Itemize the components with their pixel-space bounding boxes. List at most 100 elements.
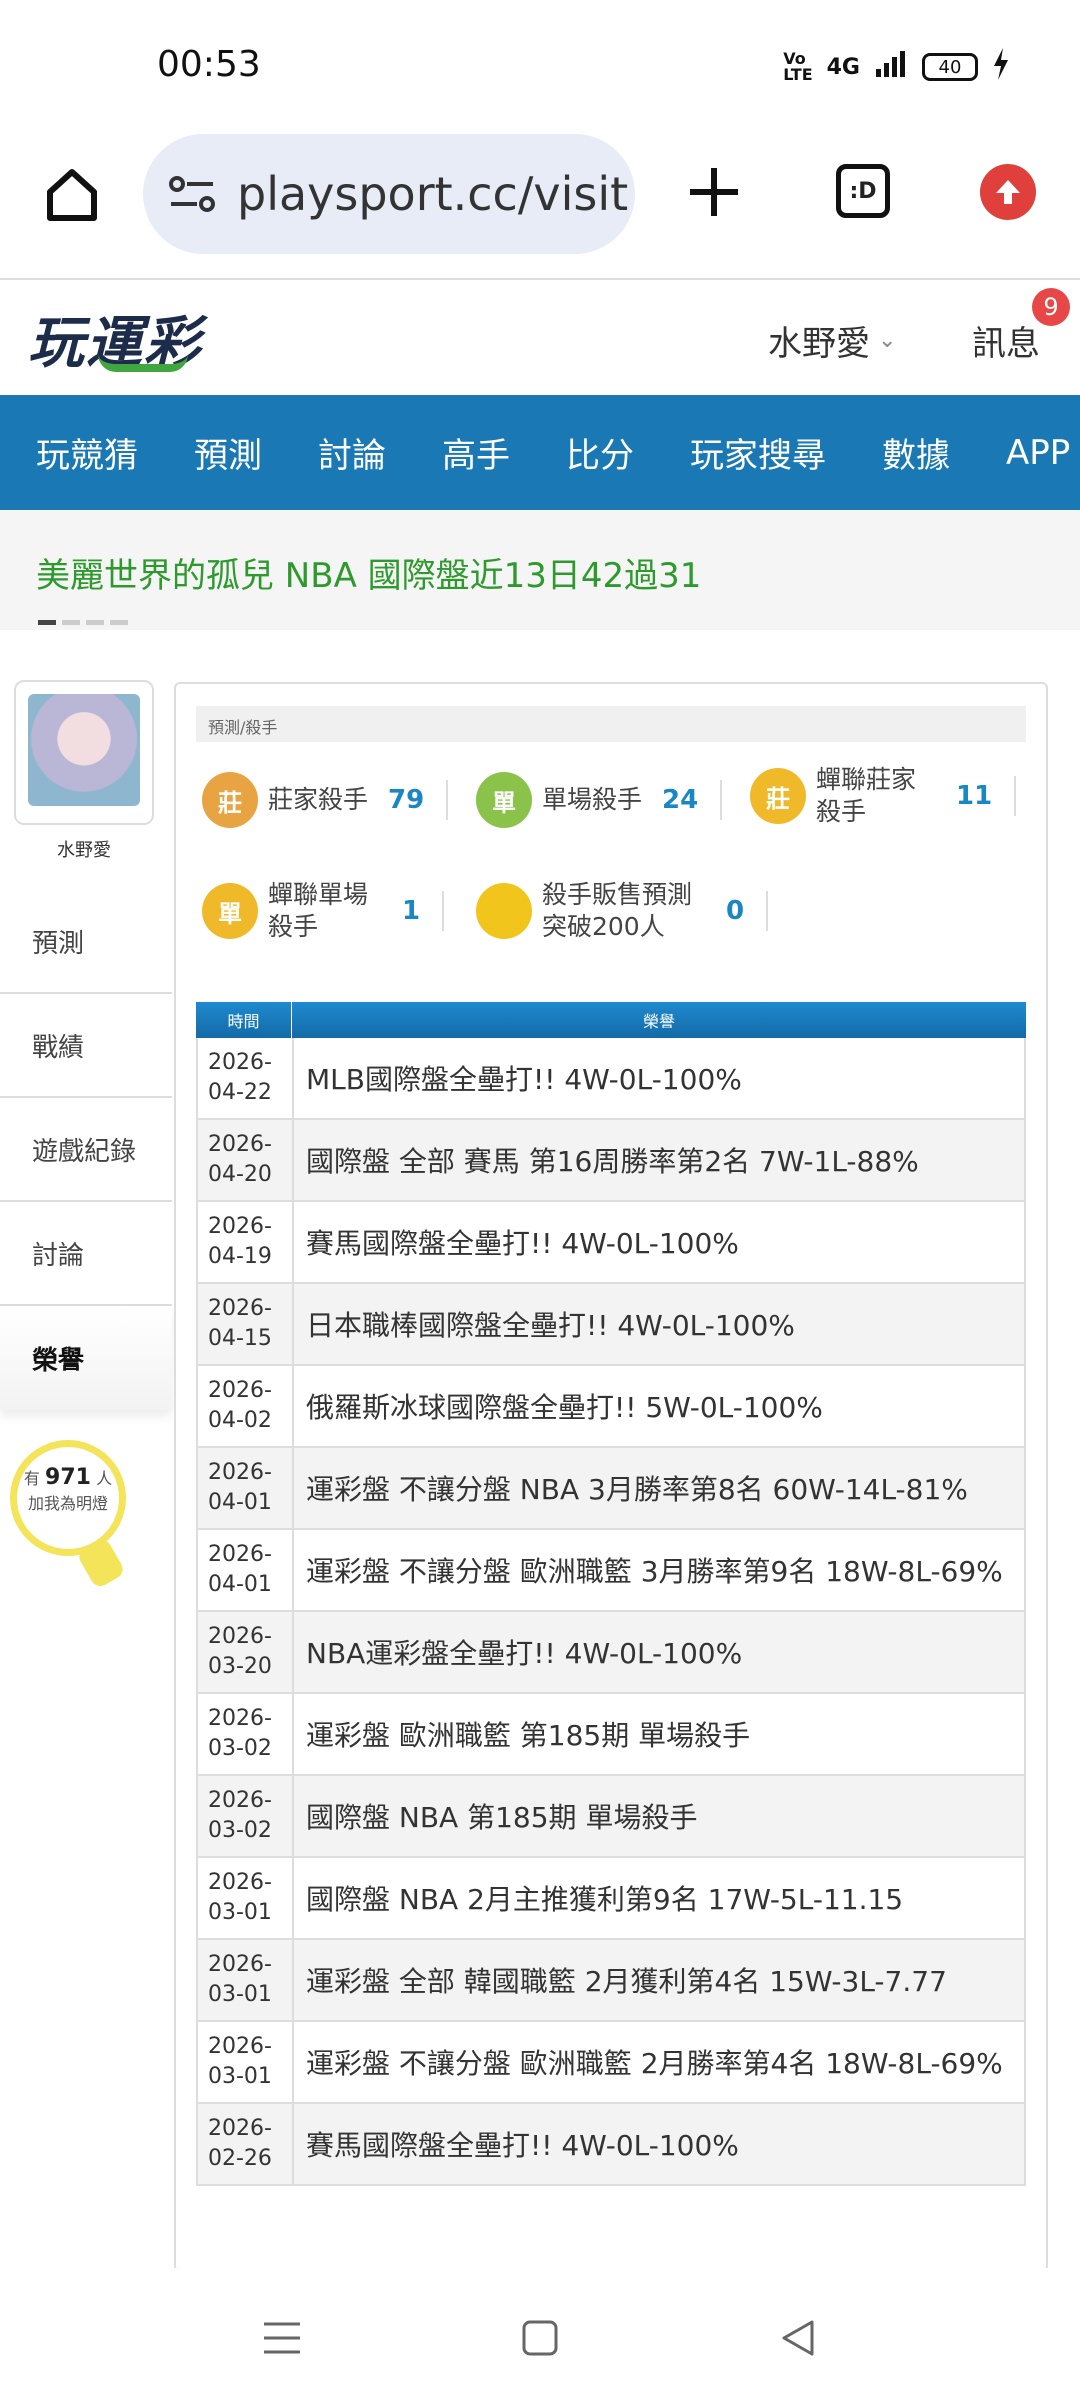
logo-swoosh	[98, 354, 188, 372]
row-honor-text: 運彩盤 全部 韓國職籃 2月獲利第4名 15W-3L-7.77	[306, 1965, 947, 1998]
honor-label-line1: 蟬聯單場	[268, 880, 369, 909]
back-button[interactable]	[768, 2308, 828, 2368]
sidebar-item-honors[interactable]: 榮譽	[0, 1306, 172, 1410]
breadcrumb: 預測/殺手	[196, 706, 1026, 742]
honors-table: 時間 榮譽 2026- 04-22 MLB國際盤全壘打!! 4W-0L-100% 2…	[196, 1002, 1026, 2186]
home-button[interactable]	[36, 158, 108, 230]
row-honor-text: NBA運彩盤全壘打!! 4W-0L-100%	[306, 1637, 743, 1670]
follow-lamp-button[interactable]: 有 971 人 加我為明燈	[10, 1440, 126, 1556]
plus-icon	[690, 168, 738, 216]
nav-item-guess[interactable]: 玩競猜	[0, 428, 166, 477]
square-icon	[522, 2320, 558, 2356]
row-date-day: 04-22	[208, 1080, 272, 1105]
table-row: 2026- 04-22 MLB國際盤全壘打!! 4W-0L-100%	[196, 1038, 1026, 1120]
row-date: 2026- 04-22	[198, 1038, 294, 1118]
honor-label-line2: 殺手	[268, 912, 319, 941]
nav-item-app[interactable]: APP	[978, 433, 1080, 473]
sidebar-item-game-log[interactable]: 遊戲紀錄	[0, 1098, 172, 1202]
row-date-year: 2026-	[208, 1706, 272, 1731]
nav-item-data[interactable]: 數據	[854, 428, 978, 477]
tab-switcher-label: :D	[849, 178, 877, 204]
nav-item-player-search[interactable]: 玩家搜尋	[662, 428, 854, 477]
honor-item: 莊 莊家殺手 79	[202, 772, 449, 828]
row-date-year: 2026-	[208, 1624, 272, 1649]
sidebar-item-predictions[interactable]: 預測	[0, 890, 172, 994]
site-logo[interactable]: 玩運彩	[28, 298, 202, 379]
honors-panel: 預測/殺手 莊 莊家殺手 79 單 單場殺手 24 莊 蟬聯莊家 殺手 11 單…	[174, 682, 1048, 2272]
ticker-text[interactable]: 美麗世界的孤兒 NBA 國際盤近13日42過31	[36, 548, 701, 597]
site-header: 玩運彩 水野愛 ⌄ 訊息 9	[0, 282, 1080, 394]
fans-count: 971	[45, 1465, 91, 1490]
table-row: 2026- 03-02 運彩盤 歐洲職籃 第185期 單場殺手	[196, 1694, 1026, 1776]
ticker-dot[interactable]	[86, 620, 104, 625]
nav-item-forum[interactable]: 討論	[290, 428, 414, 477]
network-label: 4G	[826, 54, 860, 80]
honor-item: 單 單場殺手 24	[476, 772, 723, 828]
honor-count: 11	[956, 781, 993, 811]
home-icon	[47, 169, 97, 221]
row-date: 2026- 03-01	[198, 2022, 294, 2102]
address-bar[interactable]: playsport.cc/visit	[143, 134, 635, 254]
tab-switcher-button[interactable]: :D	[836, 164, 890, 218]
chevron-down-icon: ⌄	[878, 328, 897, 353]
honor-count: 0	[726, 896, 745, 926]
honor-item: 殺手販售預測 突破200人 0	[476, 879, 769, 943]
row-date-day: 02-26	[208, 2146, 272, 2171]
messages-link[interactable]: 訊息	[972, 316, 1040, 365]
row-date-day: 03-20	[208, 1654, 272, 1679]
update-button[interactable]	[980, 164, 1036, 220]
browser-toolbar: playsport.cc/visit :D	[0, 130, 1080, 280]
table-row: 2026- 04-19 賽馬國際盤全壘打!! 4W-0L-100%	[196, 1202, 1026, 1284]
recent-apps-button[interactable]	[252, 2308, 312, 2368]
ticker-dot[interactable]	[38, 620, 56, 625]
new-tab-button[interactable]	[678, 156, 750, 228]
col-header-honor: 榮譽	[642, 1012, 675, 1031]
menu-icon	[264, 2322, 300, 2354]
avatar-image	[28, 694, 140, 806]
avatar[interactable]	[14, 680, 154, 825]
fans-suffix: 人	[96, 1469, 113, 1488]
row-date-year: 2026-	[208, 2116, 272, 2141]
honor-label: 單場殺手	[542, 785, 643, 814]
nav-item-predict[interactable]: 預測	[166, 428, 290, 477]
row-date-year: 2026-	[208, 1952, 272, 1977]
table-row: 2026- 02-26 賽馬國際盤全壘打!! 4W-0L-100%	[196, 2104, 1026, 2186]
table-row: 2026- 04-20 國際盤 全部 賽馬 第16周勝率第2名 7W-1L-88%	[196, 1120, 1026, 1202]
row-date-day: 03-02	[208, 1818, 272, 1843]
row-date-year: 2026-	[208, 1542, 272, 1567]
consecutive-single-badge-icon: 單	[202, 883, 258, 939]
honor-count: 79	[388, 785, 425, 815]
status-time: 00:53	[157, 44, 261, 85]
divider	[442, 891, 445, 931]
sidebar-item-record[interactable]: 戰績	[0, 994, 172, 1098]
table-row: 2026- 04-01 運彩盤 不讓分盤 歐洲職籃 3月勝率第9名 18W-8L-6…	[196, 1530, 1026, 1612]
messages-count-badge: 9	[1032, 288, 1070, 326]
honor-label-line1: 殺手販售預測	[542, 880, 693, 909]
honor-label-line2: 突破200人	[542, 912, 665, 941]
row-date: 2026- 03-01	[198, 1858, 294, 1938]
table-row: 2026- 03-01 運彩盤 全部 韓國職籃 2月獲利第4名 15W-3L-7.7…	[196, 1940, 1026, 2022]
row-honor-text: 日本職棒國際盤全壘打!! 4W-0L-100%	[306, 1309, 795, 1342]
row-date-year: 2026-	[208, 1296, 272, 1321]
row-honor-text: MLB國際盤全壘打!! 4W-0L-100%	[306, 1063, 742, 1096]
user-menu[interactable]: 水野愛 ⌄	[768, 316, 896, 365]
honor-label: 殺手販售預測 突破200人	[542, 879, 692, 943]
nav-item-scores[interactable]: 比分	[538, 428, 662, 477]
row-honor-text: 賽馬國際盤全壘打!! 4W-0L-100%	[306, 2129, 739, 2162]
ticker-dot[interactable]	[110, 620, 128, 625]
table-row: 2026- 04-01 運彩盤 不讓分盤 NBA 3月勝率第8名 60W-14L-8…	[196, 1448, 1026, 1530]
col-header-time: 時間	[196, 1002, 292, 1038]
row-honor-text: 運彩盤 不讓分盤 歐洲職籃 3月勝率第9名 18W-8L-69%	[306, 1555, 1003, 1588]
row-date-year: 2026-	[208, 1214, 272, 1239]
honor-count: 1	[402, 896, 421, 926]
status-bar: 00:53 Vo LTE 4G 40	[0, 0, 1080, 130]
url-text: playsport.cc/visit	[237, 167, 629, 221]
volte-icon: Vo LTE	[783, 49, 813, 84]
medal-icon	[476, 883, 532, 939]
honor-label-line1: 蟬聯莊家	[816, 765, 917, 794]
nav-item-experts[interactable]: 高手	[414, 428, 538, 477]
row-date-year: 2026-	[208, 2034, 272, 2059]
sidebar-item-forum[interactable]: 討論	[0, 1202, 172, 1306]
home-nav-button[interactable]	[510, 2308, 570, 2368]
ticker-dot[interactable]	[62, 620, 80, 625]
